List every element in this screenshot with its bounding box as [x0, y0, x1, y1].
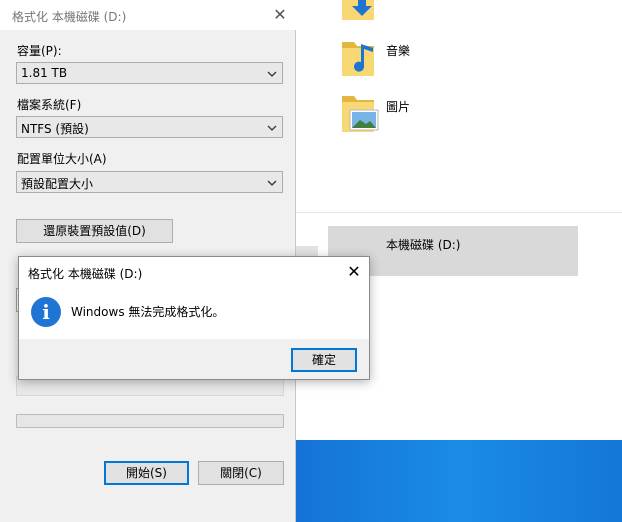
capacity-value: 1.81 TB — [21, 66, 68, 80]
format-dialog-titlebar[interactable]: 格式化 本機磁碟 (D:) ✕ — [0, 0, 296, 30]
folder-label-music[interactable]: 音樂 — [386, 42, 410, 59]
start-button[interactable]: 開始(S) — [104, 461, 189, 485]
filesystem-select[interactable]: NTFS (預設) — [16, 116, 283, 138]
desktop-background — [296, 440, 622, 522]
cluster-size-label: 配置單位大小(A) — [17, 152, 107, 166]
chevron-down-icon — [267, 180, 277, 186]
filesystem-value: NTFS (預設) — [21, 122, 89, 136]
ok-button[interactable]: 確定 — [291, 348, 357, 372]
message-text: Windows 無法完成格式化。 — [71, 305, 225, 319]
cluster-size-value: 預設配置大小 — [21, 177, 94, 191]
close-button[interactable]: 關閉(C) — [198, 461, 284, 485]
format-dialog-title: 格式化 本機磁碟 (D:) — [12, 10, 127, 24]
pictures-folder-icon[interactable] — [340, 94, 380, 134]
message-box-title: 格式化 本機磁碟 (D:) — [28, 267, 143, 281]
error-message-box: 格式化 本機磁碟 (D:) ✕ i Windows 無法完成格式化。 確定 — [18, 256, 370, 380]
chevron-down-icon — [267, 71, 277, 77]
downloads-folder-icon[interactable] — [340, 0, 380, 32]
close-icon[interactable]: ✕ — [270, 5, 290, 25]
info-icon: i — [31, 297, 61, 327]
restore-defaults-button[interactable]: 還原裝置預設值(D) — [16, 219, 173, 243]
filesystem-label: 檔案系統(F) — [17, 98, 82, 112]
section-divider — [296, 212, 622, 213]
message-box-footer: 確定 — [19, 339, 369, 379]
chevron-down-icon — [267, 125, 277, 131]
music-folder-icon[interactable] — [340, 38, 380, 78]
capacity-select[interactable]: 1.81 TB — [16, 62, 283, 84]
format-progress-bar — [16, 414, 284, 428]
cluster-size-select[interactable]: 預設配置大小 — [16, 171, 283, 193]
capacity-label: 容量(P): — [17, 44, 62, 58]
drive-label: 本機磁碟 (D:) — [386, 238, 461, 252]
close-icon[interactable]: ✕ — [345, 263, 363, 281]
folder-label-pictures[interactable]: 圖片 — [386, 98, 410, 115]
